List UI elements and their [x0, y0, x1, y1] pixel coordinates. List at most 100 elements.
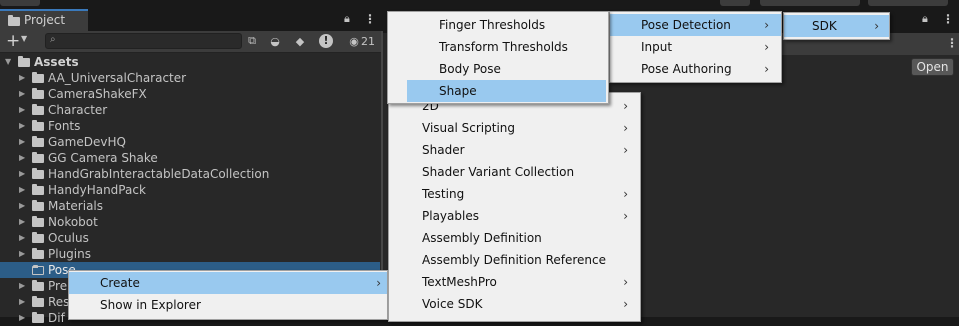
collapsed-arrow-icon[interactable]: ▶ [19, 182, 25, 198]
folder-icon [18, 56, 30, 67]
chevron-right-icon: › [874, 19, 879, 33]
menu-item-shader-variant-collection[interactable]: Shader Variant Collection [389, 161, 640, 183]
chevron-right-icon: › [623, 187, 628, 201]
collapsed-arrow-icon[interactable]: ▶ [19, 102, 25, 118]
tree-item-folder[interactable]: ▶ Character [0, 102, 380, 118]
folder-icon [32, 136, 44, 147]
menu-item-textmeshpro[interactable]: TextMeshPro › [389, 271, 640, 293]
menu-item-sdk[interactable]: SDK › [784, 15, 889, 37]
menu-item-body-pose[interactable]: Body Pose [388, 58, 608, 80]
folder-icon [32, 152, 44, 163]
chevron-right-icon: › [764, 18, 769, 32]
chevron-right-icon: › [623, 121, 628, 135]
collapsed-arrow-icon[interactable]: ▶ [19, 86, 25, 102]
toolbar-dropdown[interactable] [868, 0, 948, 6]
filter-by-type-icon[interactable]: ◒ [266, 33, 284, 49]
lock-icon[interactable]: 🔒︎ [922, 12, 928, 26]
kebab-menu-icon[interactable]: ⋮ [364, 12, 376, 26]
menu-item-input[interactable]: Input › [610, 36, 781, 58]
folder-icon [32, 280, 44, 291]
toolbar-button[interactable] [0, 0, 40, 6]
collapsed-arrow-icon[interactable]: ▶ [19, 198, 25, 214]
menu-item-voice-sdk[interactable]: Voice SDK › [389, 293, 640, 315]
chevron-right-icon: › [623, 275, 628, 289]
kebab-menu-icon[interactable]: ⋮ [942, 12, 954, 26]
collapsed-arrow-icon[interactable]: ▶ [19, 214, 25, 230]
tree-item-folder[interactable]: ▶ Materials [0, 198, 380, 214]
folder-icon [32, 296, 44, 307]
folder-icon [8, 15, 20, 26]
chevron-right-icon: › [623, 209, 628, 223]
project-tab-label: Project [24, 13, 66, 27]
folder-icon [32, 88, 44, 99]
menu-item-shader[interactable]: Shader › [389, 139, 640, 161]
chevron-right-icon: › [764, 40, 769, 54]
menu-item-pose-authoring[interactable]: Pose Authoring › [610, 58, 781, 80]
filter-by-label-icon[interactable]: ◆ [291, 33, 309, 49]
chevron-right-icon: › [764, 62, 769, 76]
folder-icon [32, 200, 44, 211]
pose-detection-submenu: Finger Thresholds Transform Thresholds B… [387, 11, 609, 104]
tree-item-folder[interactable]: ▶ Oculus [0, 230, 380, 246]
chevron-right-icon: › [623, 99, 628, 113]
tree-item-folder[interactable]: ▶ HandGrabInteractableDataCollection [0, 166, 380, 182]
lock-icon[interactable]: 🔒︎ [344, 12, 350, 26]
tree-item-folder[interactable]: ▶ Plugins [0, 246, 380, 262]
folder-icon [32, 216, 44, 227]
tree-item-folder[interactable]: ▶ GameDevHQ [0, 134, 380, 150]
collapsed-arrow-icon[interactable]: ▶ [19, 246, 25, 262]
menu-item-playables[interactable]: Playables › [389, 205, 640, 227]
collapsed-arrow-icon[interactable]: ▶ [19, 278, 25, 294]
tree-item-assets[interactable]: ▼ Assets [0, 54, 380, 70]
tree-item-folder[interactable]: ▶ CameraShakeFX [0, 86, 380, 102]
open-button[interactable]: Open [911, 58, 954, 76]
tree-item-folder[interactable]: ▶ HandyHandPack [0, 182, 380, 198]
context-menu: Create › Show in Explorer [68, 270, 388, 320]
tree-item-folder[interactable]: ▶ Fonts [0, 118, 380, 134]
menu-item-finger-thresholds[interactable]: Finger Thresholds [388, 14, 608, 36]
menu-item-create[interactable]: Create › [69, 272, 387, 294]
sdk-menu: SDK › [783, 12, 890, 40]
menu-item-show-in-explorer[interactable]: Show in Explorer [69, 294, 387, 316]
menu-item-transform-thresholds[interactable]: Transform Thresholds [388, 36, 608, 58]
collapsed-arrow-icon[interactable]: ▶ [19, 294, 25, 310]
collapsed-arrow-icon[interactable]: ▶ [19, 230, 25, 246]
create-submenu: 2D › Visual Scripting › Shader › Shader Var… [388, 92, 641, 322]
sdk-submenu: Pose Detection › Input › Pose Authoring › [609, 11, 782, 83]
empty-folder-icon [32, 265, 44, 275]
toolbar-dropdown[interactable] [760, 0, 860, 6]
tree-item-folder[interactable]: ▶ Nokobot [0, 214, 380, 230]
menu-item-pose-detection[interactable]: Pose Detection › [610, 14, 781, 36]
folder-icon [32, 312, 44, 323]
collapsed-arrow-icon[interactable]: ▶ [19, 166, 25, 182]
collapsed-arrow-icon[interactable]: ▶ [19, 118, 25, 134]
chevron-down-icon[interactable]: ▼ [21, 34, 27, 43]
chevron-right-icon: › [376, 276, 381, 290]
search-by-type-icon[interactable]: ⧉ [243, 33, 261, 49]
folder-icon [32, 168, 44, 179]
collapsed-arrow-icon[interactable]: ▶ [19, 310, 25, 326]
kebab-menu-icon[interactable]: ⋮ [946, 36, 958, 50]
chevron-right-icon: › [623, 143, 628, 157]
warning-icon[interactable]: ! [317, 33, 335, 49]
menu-item-assembly-definition-reference[interactable]: Assembly Definition Reference [389, 249, 640, 271]
add-plus-icon[interactable]: + [6, 31, 20, 51]
collapsed-arrow-icon[interactable]: ▶ [19, 70, 25, 86]
menu-item-testing[interactable]: Testing › [389, 183, 640, 205]
tree-item-folder[interactable]: ▶ GG Camera Shake [0, 150, 380, 166]
toolbar-button[interactable] [720, 0, 750, 6]
chevron-right-icon: › [623, 297, 628, 311]
collapsed-arrow-icon[interactable]: ▶ [19, 150, 25, 166]
folder-icon [32, 104, 44, 115]
menu-item-assembly-definition[interactable]: Assembly Definition [389, 227, 640, 249]
folder-icon [32, 120, 44, 131]
expanded-arrow-icon[interactable]: ▼ [5, 54, 11, 70]
menu-item-shape[interactable]: Shape [407, 80, 606, 102]
top-toolbar-strip [0, 0, 959, 9]
hidden-count: 21 [361, 35, 375, 48]
search-input[interactable]: ⌕ [45, 33, 242, 49]
collapsed-arrow-icon[interactable]: ▶ [19, 134, 25, 150]
tree-item-folder[interactable]: ▶ AA_UniversalCharacter [0, 70, 380, 86]
search-icon: ⌕ [50, 34, 56, 45]
menu-item-visual-scripting[interactable]: Visual Scripting › [389, 117, 640, 139]
